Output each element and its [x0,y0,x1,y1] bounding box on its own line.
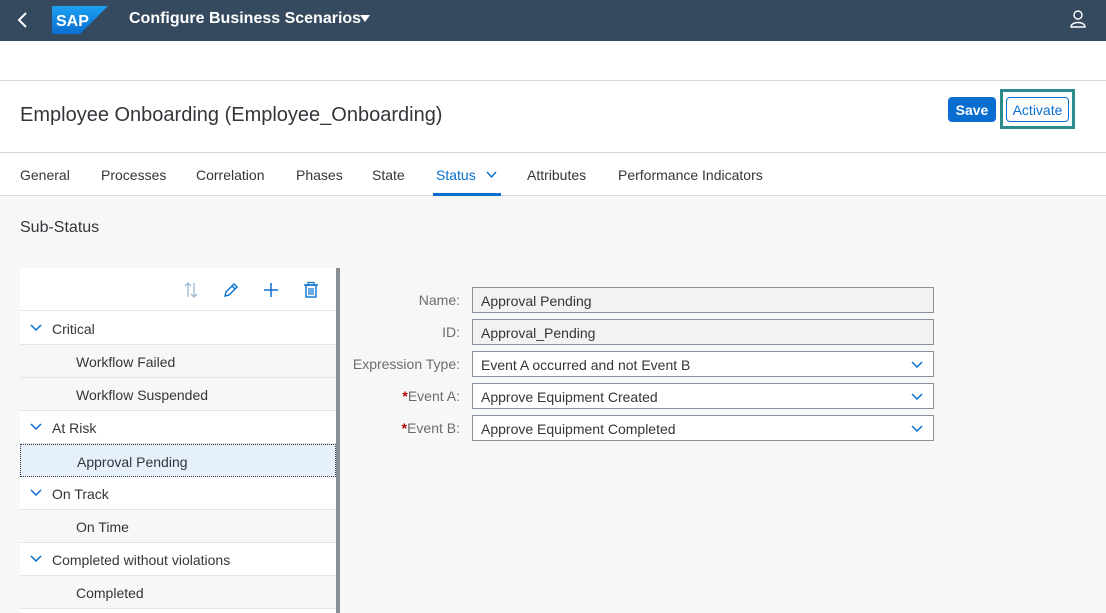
tree-item-approval-pending[interactable]: Approval Pending [20,444,336,477]
expression-type-value: Event A occurred and not Event B [481,357,691,373]
object-header: Employee Onboarding (Employee_Onboarding… [0,81,1106,153]
page-title: Employee Onboarding (Employee_Onboarding… [20,104,443,126]
event-a-select[interactable]: Approve Equipment Created [472,383,934,409]
expression-type-select[interactable]: Event A occurred and not Event B [472,351,934,377]
chevron-down-icon[interactable] [30,555,42,563]
tree-row-label: Critical [52,321,95,337]
chevron-down-icon[interactable] [486,171,497,178]
id-value: Approval_Pending [481,325,596,341]
tree-group-critical[interactable]: Critical [20,312,336,345]
pane-splitter[interactable] [336,268,340,613]
tree-item-workflow-failed[interactable]: Workflow Failed [20,345,336,378]
tree-row-label: At Risk [52,420,97,436]
tree-item-completed[interactable]: Completed [20,576,336,609]
tab-attributes[interactable]: Attributes [527,167,586,183]
tab-correlation[interactable]: Correlation [196,167,264,183]
tab-status[interactable]: Status [436,167,476,183]
sap-logo-text: SAP [56,13,89,30]
tree-group-at-risk[interactable]: At Risk [20,411,336,444]
tree-group-on-track[interactable]: On Track [20,477,336,510]
event-b-label-text: Event B: [407,420,460,436]
tree-row-label: Workflow Failed [76,354,176,370]
header-band [0,41,1106,81]
tab-phases[interactable]: Phases [296,167,343,183]
tab-state[interactable]: State [372,167,405,183]
activate-button[interactable]: Activate [1006,97,1069,122]
back-icon[interactable] [14,9,32,31]
user-icon[interactable] [1070,10,1086,28]
shell-bar: SAP Configure Business Scenarios [0,0,1106,41]
chevron-down-icon[interactable] [911,425,923,432]
sap-logo[interactable]: SAP [52,6,108,34]
tree-row-label: Workflow Suspended [76,387,209,403]
tree-row-label: Completed without violations [52,552,231,568]
expression-type-label: Expression Type: [352,356,460,372]
tab-processes[interactable]: Processes [101,167,166,183]
section-title: Sub-Status [20,219,100,236]
event-b-select[interactable]: Approve Equipment Completed [472,415,934,441]
name-value: Approval Pending [481,293,592,309]
sort-icon[interactable] [182,281,200,299]
id-field[interactable]: Approval_Pending [472,319,934,345]
tab-performance-indicators[interactable]: Performance Indicators [618,167,763,183]
event-a-label: *Event A: [300,388,460,404]
event-b-value: Approve Equipment Completed [481,421,676,437]
tree-item-on-time[interactable]: On Time [20,510,336,543]
tab-bar: General Processes Correlation Phases Sta… [0,154,1106,196]
tree-row-label: On Time [76,519,129,535]
id-label: ID: [442,324,460,340]
tree-row-label: Approval Pending [77,454,188,470]
chevron-down-icon[interactable] [911,361,923,368]
edit-icon[interactable] [222,281,240,299]
save-button[interactable]: Save [948,97,996,122]
chevron-down-icon[interactable] [30,489,42,497]
chevron-down-icon[interactable] [30,423,42,431]
event-b-label: *Event B: [300,420,460,436]
chevron-down-icon[interactable] [30,324,42,332]
chevron-down-icon[interactable] [911,393,923,400]
sub-status-tree: Critical Workflow Failed Workflow Suspen… [20,268,336,613]
active-tab-indicator [433,193,501,196]
activate-highlight: Activate [1000,89,1075,129]
app-title[interactable]: Configure Business Scenarios [129,10,361,28]
event-a-label-text: Event A: [407,388,460,404]
tree-toolbar [20,268,336,311]
tree-item-workflow-suspended[interactable]: Workflow Suspended [20,378,336,411]
name-label: Name: [418,292,460,308]
event-a-value: Approve Equipment Created [481,389,658,405]
tree-group-completed-without-violations[interactable]: Completed without violations [20,543,336,576]
name-field[interactable]: Approval Pending [472,287,934,313]
tree-row-label: On Track [52,486,109,502]
tree-row-label: Completed [76,585,144,601]
caret-down-icon[interactable] [360,15,370,22]
tab-general[interactable]: General [20,167,70,183]
add-icon[interactable] [262,281,280,299]
